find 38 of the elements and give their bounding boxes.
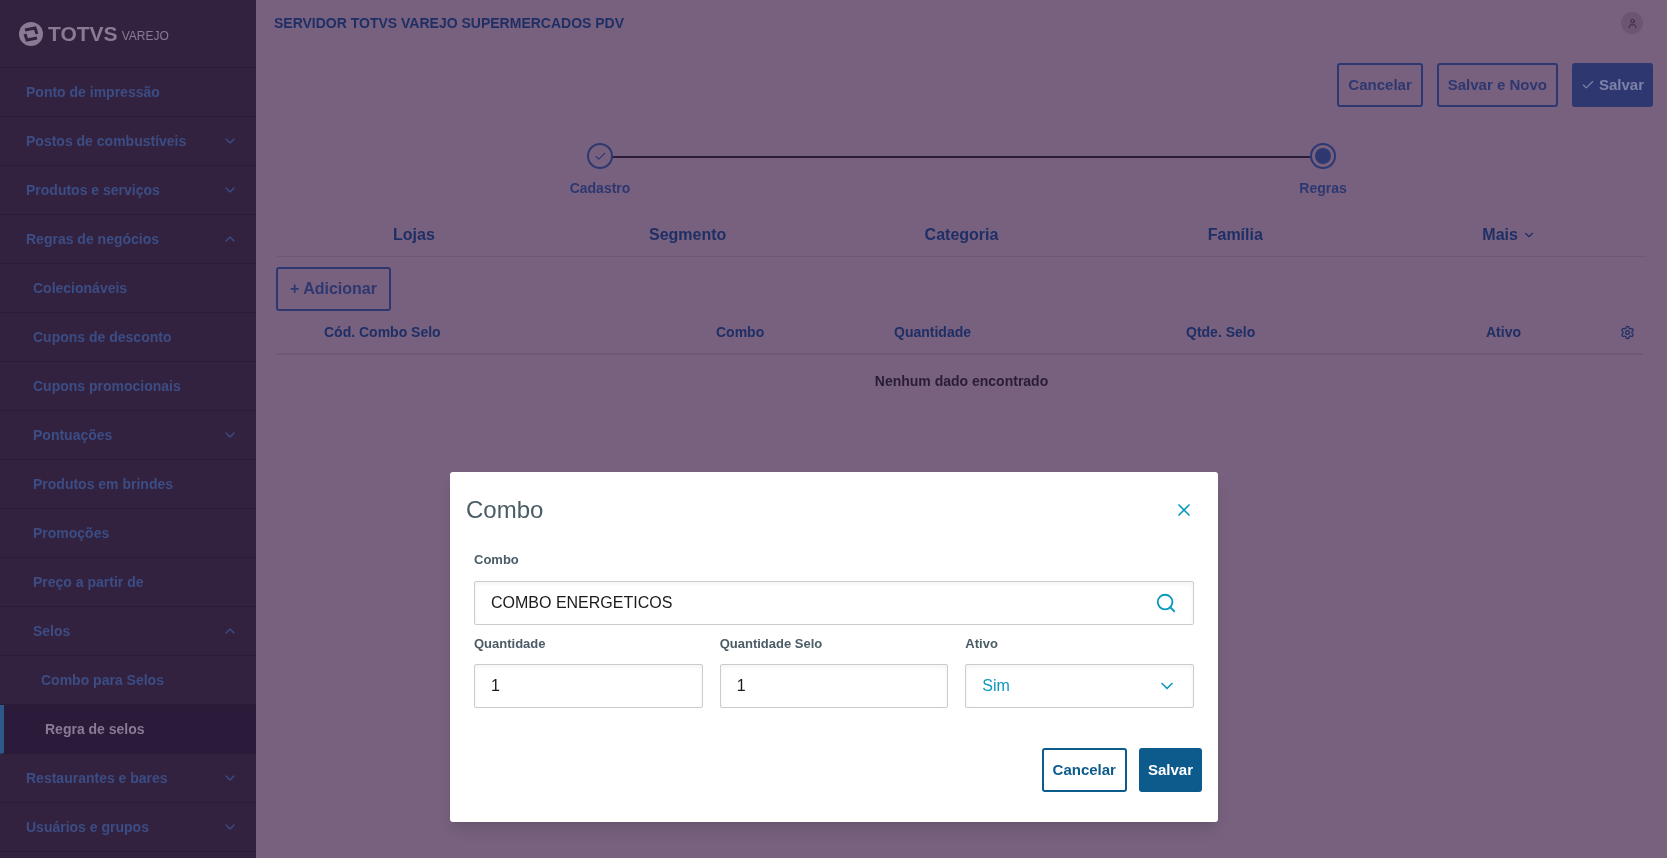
cancel-button[interactable]: Cancelar [1041, 748, 1127, 792]
brand-name: TOTVS [48, 20, 118, 47]
more-menu[interactable]: Mais [1372, 222, 1646, 247]
page-title: SERVIDOR TOTVS VAREJO SUPERMERCADOS PDV [274, 13, 625, 33]
user-avatar[interactable] [1621, 12, 1643, 34]
column-header: Ativo [1485, 322, 1522, 342]
column-header: Qtde. Selo [1185, 322, 1257, 342]
user-icon [1626, 17, 1638, 29]
dialog-title: Combo [466, 495, 544, 525]
settings-icon[interactable] [1620, 324, 1635, 340]
column-header: Cód. Combo Selo [323, 322, 442, 342]
check-icon [1580, 78, 1595, 92]
select-field[interactable]: Sim [965, 664, 1194, 708]
save-button[interactable]: Salvar [1571, 63, 1653, 107]
logo-icon [18, 20, 44, 47]
tab[interactable]: Categoria [824, 222, 1099, 247]
action-button[interactable]: Cancelar [1337, 63, 1423, 107]
tab[interactable]: Segmento [550, 222, 825, 247]
input-field[interactable]: 1 [719, 664, 949, 708]
field-label: Ativo [965, 634, 999, 653]
sidebar-item[interactable]: Regra de selos [0, 705, 256, 754]
column-header: Combo [716, 322, 766, 342]
tab[interactable]: Lojas [277, 222, 551, 247]
step-label: Regras [1299, 179, 1347, 198]
add-button[interactable]: + Adicionar [276, 267, 391, 311]
field-label: Quantidade Selo [719, 634, 824, 653]
step-label: Cadastro [569, 179, 631, 198]
tab[interactable]: Família [1098, 222, 1373, 247]
save-button[interactable]: Salvar [1138, 748, 1202, 792]
empty-message: Nenhum dado encontrado [874, 372, 1049, 391]
field-label: Quantidade [474, 634, 547, 653]
column-header: Quantidade [893, 322, 972, 342]
input-field[interactable]: 1 [474, 664, 703, 708]
search-field[interactable]: COMBO ENERGETICOS [474, 580, 1194, 625]
field-label: Combo [474, 551, 520, 569]
brand-product: VAREJO [121, 27, 169, 45]
search-icon[interactable] [1155, 591, 1177, 614]
action-button[interactable]: Salvar e Novo [1436, 63, 1558, 107]
